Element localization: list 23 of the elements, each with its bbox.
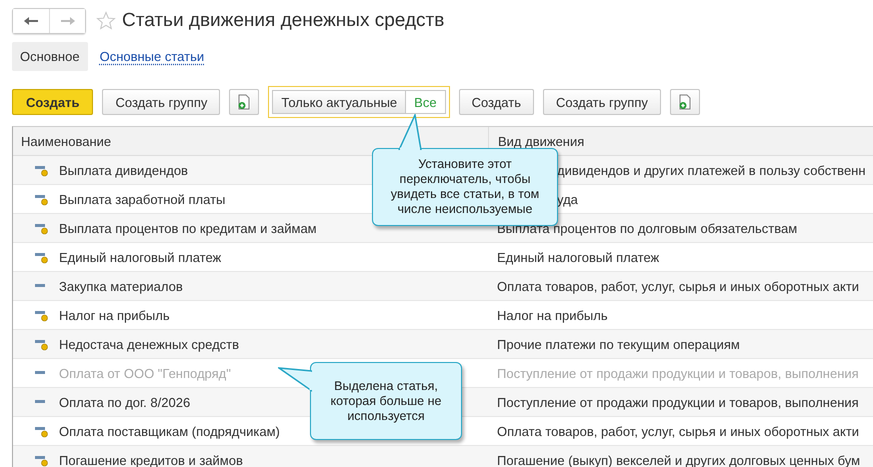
- movement-type: Поступление от продажи продукции и товаров, выполнения: [497, 366, 859, 380]
- movement-type: Поступление от продажи продукции и товаров, выполнения: [497, 394, 859, 410]
- item-name: Единый налоговый платеж: [59, 250, 222, 264]
- item-name: Закупка материалов: [59, 278, 183, 294]
- callout-text: Установите этот переключатель, чтобы увидеть все статьи, в том числе неиспользуемые: [390, 157, 540, 217]
- movement-type: Оплата товаров, работ, услуг, сырья и иных оборотных акти: [497, 278, 860, 294]
- window-title: Статьи движения денежных средств: [122, 10, 444, 32]
- item-name: Выплата заработной платы: [59, 192, 226, 206]
- movement-type: Прочие платежи по текущим операциям: [497, 336, 740, 352]
- movement-type: Единый налоговый платеж: [497, 250, 660, 264]
- item-name: Выплата процентов по кредитам и займам: [59, 220, 317, 236]
- movement-type: Налог на прибыль: [497, 308, 608, 322]
- movement-type: Оплата товаров, работ, услуг, сырья и иных оборотных акти: [497, 424, 860, 438]
- movement-type: уда: [557, 192, 578, 206]
- item-name: Оплата поставщикам (подрядчикам): [59, 424, 280, 438]
- item-name: Оплата по дог. 8/2026: [59, 394, 190, 410]
- item-name: Оплата от ООО "Генподряд": [59, 366, 231, 380]
- movement-type: дивидендов и других платежей в пользу собственн: [557, 162, 866, 178]
- item-name: Выплата дивидендов: [59, 162, 188, 178]
- item-name: Налог на прибыль: [59, 308, 170, 322]
- movement-type: Погашение (выкуп) векселей и других долговых ценных бум: [497, 452, 860, 467]
- item-name: Погашение кредитов и займов: [59, 452, 243, 467]
- item-name: Недостача денежных средств: [59, 336, 240, 352]
